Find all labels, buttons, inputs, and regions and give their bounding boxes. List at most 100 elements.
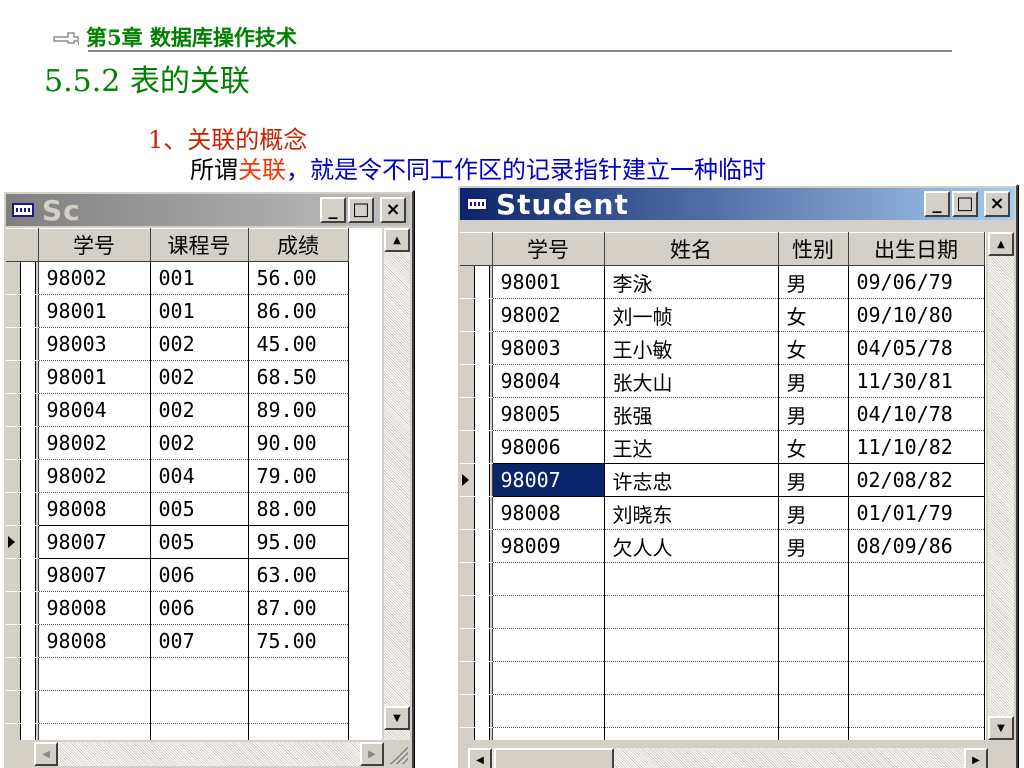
row-selector[interactable] — [6, 525, 39, 559]
row-selector[interactable] — [6, 657, 39, 691]
table-cell[interactable]: 王达 — [604, 430, 779, 464]
scroll-down-button[interactable]: ▼ — [988, 716, 1014, 740]
table-cell[interactable]: 男 — [778, 265, 849, 299]
table-row[interactable]: 98008 006 87.00 — [6, 591, 349, 625]
table-cell[interactable]: 男 — [778, 397, 849, 431]
sc-title-bar[interactable]: Sc _ □ × — [6, 194, 410, 227]
table-cell[interactable]: 98005 — [492, 397, 605, 431]
table-row[interactable]: 98007 006 63.00 — [6, 558, 349, 592]
table-cell[interactable]: 98007 — [492, 463, 605, 497]
student-horizontal-scrollbar[interactable]: ◀ ▶ — [468, 748, 988, 768]
column-header[interactable]: 学号 — [38, 228, 151, 262]
table-cell[interactable]: 001 — [150, 294, 249, 328]
column-header[interactable]: 性别 — [778, 232, 849, 266]
column-header[interactable]: 姓名 — [604, 232, 779, 266]
row-selector[interactable] — [460, 694, 493, 728]
table-cell[interactable]: 88.00 — [248, 492, 349, 526]
table-cell[interactable] — [248, 657, 349, 691]
scroll-right-button[interactable]: ▶ — [964, 748, 988, 768]
scroll-down-button[interactable]: ▼ — [384, 706, 410, 730]
table-cell[interactable]: 张强 — [604, 397, 779, 431]
row-selector[interactable] — [6, 261, 39, 295]
table-row[interactable]: 98002 004 79.00 — [6, 459, 349, 493]
table-row[interactable]: 98002 刘一帧女 09/10/80 — [460, 298, 985, 332]
table-row[interactable] — [460, 727, 985, 740]
table-cell[interactable] — [604, 694, 779, 728]
table-cell[interactable] — [492, 661, 605, 695]
table-cell[interactable]: 68.50 — [248, 360, 349, 394]
row-selector[interactable] — [460, 727, 493, 740]
table-cell[interactable]: 08/09/86 — [848, 529, 985, 563]
column-header[interactable]: 学号 — [492, 232, 605, 266]
close-button[interactable]: × — [380, 197, 406, 223]
row-selector[interactable] — [460, 595, 493, 629]
table-cell[interactable] — [848, 661, 985, 695]
table-cell[interactable]: 11/10/82 — [848, 430, 985, 464]
table-cell[interactable]: 01/01/79 — [848, 496, 985, 530]
row-selector[interactable] — [460, 496, 493, 530]
table-cell[interactable]: 98001 — [38, 294, 151, 328]
table-row[interactable] — [460, 562, 985, 596]
table-row[interactable]: 98008 007 75.00 — [6, 624, 349, 658]
table-row[interactable]: 98004 张大山男 11/30/81 — [460, 364, 985, 398]
table-cell[interactable]: 86.00 — [248, 294, 349, 328]
table-cell[interactable]: 男 — [778, 463, 849, 497]
table-cell[interactable]: 98002 — [38, 426, 151, 460]
table-cell[interactable]: 98003 — [492, 331, 605, 365]
table-row[interactable]: 98001 002 68.50 — [6, 360, 349, 394]
table-cell[interactable]: 90.00 — [248, 426, 349, 460]
row-selector[interactable] — [460, 661, 493, 695]
table-cell[interactable]: 98008 — [38, 492, 151, 526]
student-grid[interactable]: 学号 姓名 性别 出生日期 98001 李泳男 09/06/79 98002 刘一帧女 09/1… — [460, 232, 986, 740]
row-selector[interactable] — [460, 628, 493, 662]
table-icon[interactable] — [12, 203, 34, 217]
table-cell[interactable]: 98008 — [492, 496, 605, 530]
table-cell[interactable]: 98004 — [492, 364, 605, 398]
maximize-button[interactable]: □ — [348, 197, 374, 223]
table-cell[interactable]: 98007 — [38, 558, 151, 592]
table-cell[interactable] — [604, 562, 779, 596]
table-cell[interactable]: 女 — [778, 331, 849, 365]
table-cell[interactable] — [778, 661, 849, 695]
table-row[interactable]: 98006 王达女 11/10/82 — [460, 430, 985, 464]
row-selector[interactable] — [460, 562, 493, 596]
table-cell[interactable]: 98001 — [492, 265, 605, 299]
table-cell[interactable]: 002 — [150, 426, 249, 460]
sc-horizontal-scrollbar[interactable]: ◀ ▶ — [34, 742, 384, 766]
column-header[interactable]: 出生日期 — [848, 232, 985, 266]
row-selector[interactable] — [460, 463, 493, 497]
table-cell[interactable]: 许志忠 — [604, 463, 779, 497]
scroll-left-button[interactable]: ◀ — [34, 742, 58, 766]
table-row[interactable] — [6, 657, 349, 691]
table-cell[interactable] — [248, 690, 349, 724]
table-cell[interactable] — [248, 723, 349, 740]
table-cell[interactable]: 98001 — [38, 360, 151, 394]
table-cell[interactable] — [604, 595, 779, 629]
scroll-left-button[interactable]: ◀ — [468, 748, 492, 768]
table-cell[interactable]: 王小敏 — [604, 331, 779, 365]
sc-browse-window[interactable]: Sc _ □ × 学号 课程号 成绩 98002 001 56.00 98001 001 86… — [2, 190, 414, 768]
table-row[interactable]: 98001 001 86.00 — [6, 294, 349, 328]
table-cell[interactable] — [38, 657, 151, 691]
table-row[interactable] — [460, 595, 985, 629]
table-row[interactable] — [460, 628, 985, 662]
table-cell[interactable] — [38, 723, 151, 740]
row-selector[interactable] — [460, 298, 493, 332]
row-selector[interactable] — [6, 624, 39, 658]
column-header[interactable]: 课程号 — [150, 228, 249, 262]
scroll-up-button[interactable]: ▲ — [384, 228, 410, 252]
table-cell[interactable]: 98004 — [38, 393, 151, 427]
table-cell[interactable]: 002 — [150, 393, 249, 427]
scroll-up-button[interactable]: ▲ — [988, 232, 1014, 256]
table-cell[interactable] — [778, 562, 849, 596]
table-cell[interactable]: 79.00 — [248, 459, 349, 493]
table-cell[interactable]: 李泳 — [604, 265, 779, 299]
table-cell[interactable] — [492, 628, 605, 662]
table-cell[interactable]: 02/08/82 — [848, 463, 985, 497]
table-cell[interactable] — [150, 723, 249, 740]
table-cell[interactable]: 95.00 — [248, 525, 349, 559]
table-row[interactable] — [460, 661, 985, 695]
table-cell[interactable]: 63.00 — [248, 558, 349, 592]
table-cell[interactable]: 001 — [150, 261, 249, 295]
table-cell[interactable]: 欠人人 — [604, 529, 779, 563]
